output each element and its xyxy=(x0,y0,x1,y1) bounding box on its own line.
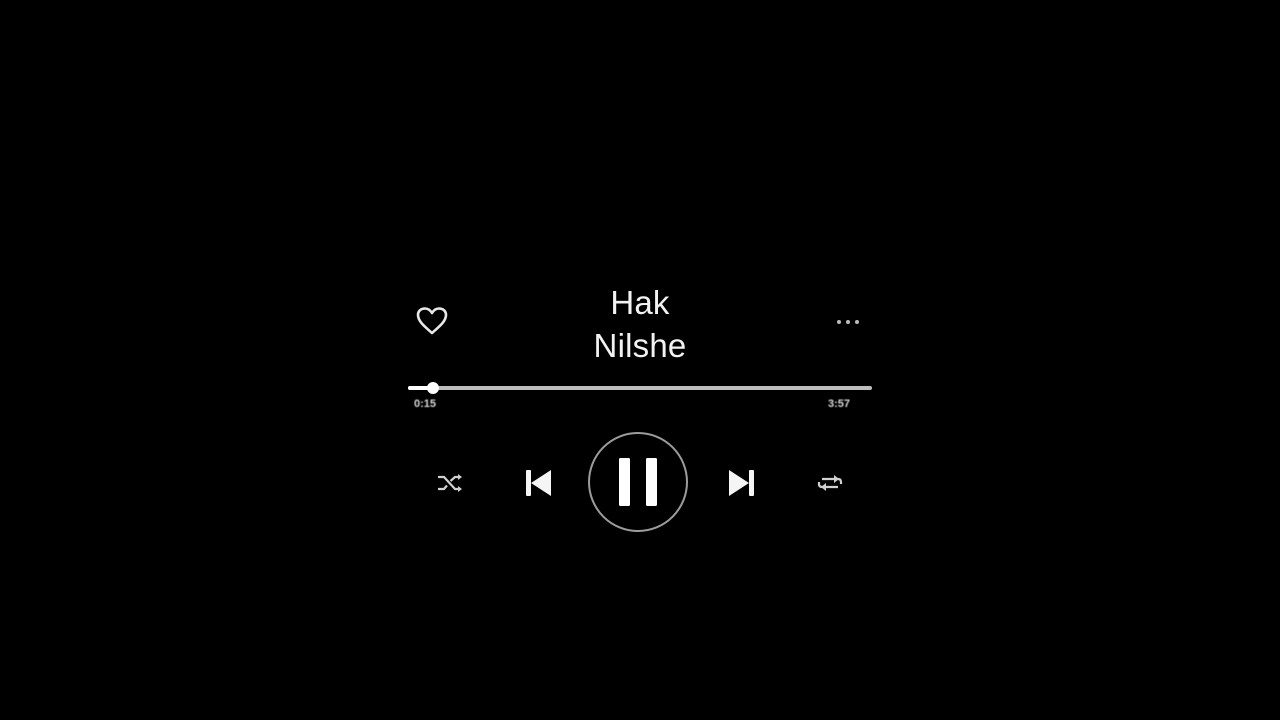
pause-icon xyxy=(619,458,657,506)
repeat-button[interactable] xyxy=(810,466,850,500)
repeat-icon xyxy=(817,475,843,491)
next-button[interactable] xyxy=(721,462,763,504)
more-options-button[interactable] xyxy=(830,308,866,336)
music-player: Hak Nilshe 0:15 3:57 xyxy=(0,0,1280,720)
shuffle-button[interactable] xyxy=(430,466,470,500)
song-title: Hak xyxy=(610,284,670,321)
skip-previous-icon xyxy=(526,470,551,496)
previous-button[interactable] xyxy=(517,462,559,504)
progress-bar[interactable] xyxy=(408,380,872,396)
artist-name: Nilshe xyxy=(593,327,687,364)
elapsed-time: 0:15 xyxy=(414,398,437,410)
progress-handle[interactable] xyxy=(427,382,440,394)
track-info: Hak Nilshe xyxy=(540,281,740,367)
skip-next-icon xyxy=(729,470,754,496)
progress-track xyxy=(408,386,872,390)
like-button[interactable] xyxy=(413,302,451,340)
total-time: 3:57 xyxy=(828,398,851,410)
play-pause-button[interactable] xyxy=(588,432,688,532)
shuffle-icon xyxy=(438,474,462,492)
heart-icon xyxy=(416,307,448,335)
ellipsis-icon xyxy=(837,320,859,324)
